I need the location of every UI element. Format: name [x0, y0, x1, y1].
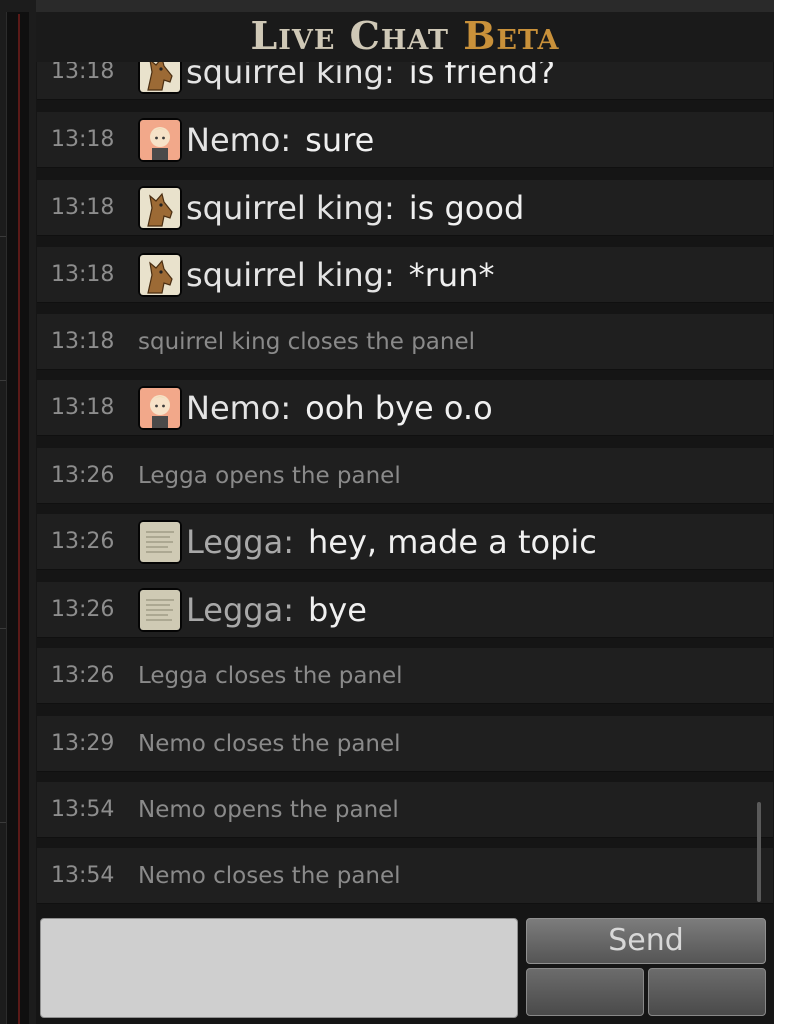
message-username[interactable]: squirrel king	[186, 256, 384, 294]
event-text: Nemo opens the panel	[138, 796, 399, 823]
message-username[interactable]: Nemo	[186, 121, 280, 159]
user-avatar[interactable]	[138, 117, 182, 162]
message-timestamp: 13:54	[51, 797, 115, 822]
chat-message: 13:18 squirrel king: is good	[37, 180, 773, 236]
composer: Send	[36, 906, 774, 1024]
secondary-button-left[interactable]	[526, 968, 644, 1016]
chat-title: Live Chat Beta	[36, 12, 774, 60]
chat-message: 13:18 squirrel king: *run*	[37, 247, 773, 303]
message-username[interactable]: Legga	[186, 523, 283, 561]
message-timestamp: 13:29	[51, 731, 115, 756]
username-separator: :	[283, 590, 294, 629]
chat-header: Live Chat Beta	[36, 0, 774, 62]
message-timestamp: 13:26	[51, 663, 115, 688]
username-separator: :	[280, 388, 292, 427]
title-main: Live Chat	[250, 13, 449, 58]
message-timestamp: 13:18	[51, 195, 115, 220]
message-list[interactable]: 13:18 squirrel king: is friend? 13:18 Nemo: s…	[37, 62, 773, 906]
left-rail	[0, 0, 36, 1024]
message-text: ooh bye o.o	[305, 388, 493, 427]
user-avatar[interactable]	[138, 587, 182, 632]
page-background	[774, 0, 797, 1024]
event-text: Nemo closes the panel	[138, 862, 401, 889]
event-text: Legga closes the panel	[138, 662, 403, 689]
system-event: 13:18 squirrel king closes the panel	[37, 314, 773, 370]
message-text: sure	[305, 120, 375, 159]
system-event: 13:26 Legga closes the panel	[37, 648, 773, 704]
system-event: 13:29 Nemo closes the panel	[37, 716, 773, 772]
message-timestamp: 13:26	[51, 463, 115, 488]
secondary-button-right[interactable]	[648, 968, 766, 1016]
message-list-scrollbar[interactable]	[757, 802, 761, 902]
message-username[interactable]: Nemo	[186, 389, 280, 427]
username-separator: :	[383, 188, 395, 227]
user-avatar[interactable]	[138, 185, 182, 230]
message-text: bye	[307, 590, 367, 629]
event-text: Legga opens the panel	[138, 462, 401, 489]
username-separator: :	[280, 120, 292, 159]
message-text: hey, made a topic	[307, 522, 597, 561]
username-separator: :	[383, 62, 395, 91]
message-timestamp: 13:26	[51, 597, 115, 622]
user-avatar[interactable]	[138, 385, 182, 430]
message-text: is good	[408, 188, 525, 227]
message-timestamp: 13:54	[51, 863, 115, 888]
title-beta-badge: Beta	[463, 13, 560, 58]
user-avatar[interactable]	[138, 62, 182, 94]
rail-divider	[0, 822, 6, 823]
chat-message: 13:18 squirrel king: is friend?	[37, 62, 773, 100]
event-text: squirrel king closes the panel	[138, 328, 476, 355]
system-event: 13:54 Nemo opens the panel	[37, 782, 773, 838]
message-input[interactable]	[40, 918, 518, 1018]
message-timestamp: 13:18	[51, 262, 115, 287]
username-separator: :	[383, 255, 395, 294]
message-text: is friend?	[408, 62, 556, 91]
message-timestamp: 13:26	[51, 529, 115, 554]
message-timestamp: 13:18	[51, 395, 115, 420]
message-timestamp: 13:18	[51, 127, 115, 152]
system-event: 13:26 Legga opens the panel	[37, 448, 773, 504]
message-timestamp: 13:18	[51, 329, 115, 354]
chat-message: 13:18 Nemo: sure	[37, 112, 773, 168]
chat-message: 13:26 Legga: bye	[37, 582, 773, 638]
rail-accent-line	[18, 14, 20, 1024]
event-text: Nemo closes the panel	[138, 730, 401, 757]
message-username[interactable]: Legga	[186, 591, 283, 629]
message-timestamp: 13:18	[51, 62, 115, 84]
send-button[interactable]: Send	[526, 918, 766, 964]
chat-message: 13:18 Nemo: ooh bye o.o	[37, 380, 773, 436]
rail-divider	[0, 380, 6, 381]
rail-divider	[0, 628, 6, 629]
username-separator: :	[283, 522, 294, 561]
chat-message: 13:26 Legga: hey, made a topic	[37, 514, 773, 570]
user-avatar[interactable]	[138, 519, 182, 564]
rail-divider	[0, 236, 6, 237]
message-username[interactable]: squirrel king	[186, 189, 384, 227]
user-avatar[interactable]	[138, 252, 182, 297]
message-username[interactable]: squirrel king	[186, 62, 384, 91]
system-event: 13:54 Nemo closes the panel	[37, 848, 773, 904]
message-text: *run*	[408, 255, 495, 294]
